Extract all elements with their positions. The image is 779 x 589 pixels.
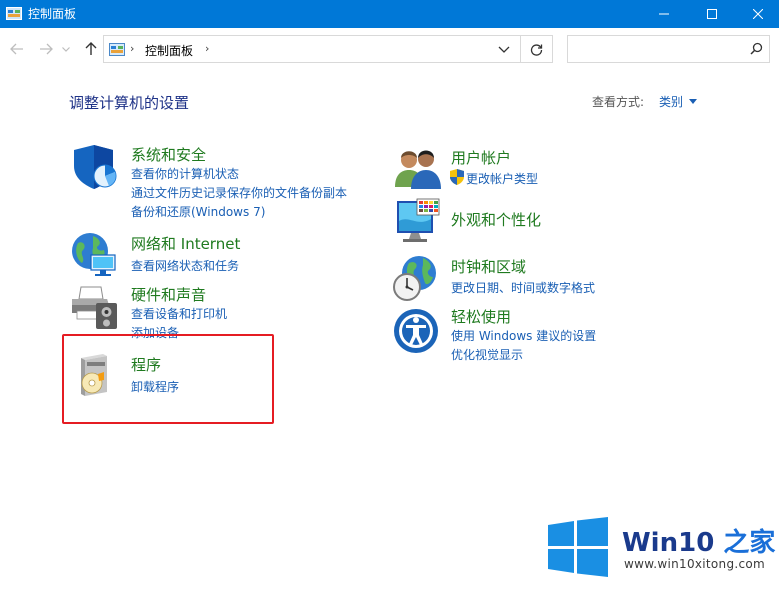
refresh-icon bbox=[530, 43, 543, 56]
category-link[interactable]: 优化视觉显示 bbox=[451, 346, 523, 363]
watermark-brand-main: Win10 bbox=[622, 528, 715, 558]
page-title: 调整计算机的设置 bbox=[69, 94, 190, 112]
breadcrumb[interactable]: 控制面板 bbox=[145, 42, 193, 59]
users-icon bbox=[395, 150, 441, 189]
category-link[interactable]: 备份和还原(Windows 7) bbox=[131, 203, 265, 220]
address-bar[interactable]: › 控制面板 › bbox=[103, 35, 521, 63]
category-title[interactable]: 用户帐户 bbox=[451, 147, 511, 168]
minimize-button[interactable] bbox=[641, 0, 687, 28]
category-link[interactable]: 查看网络状态和任务 bbox=[131, 257, 239, 274]
windows-logo-icon bbox=[548, 517, 608, 577]
printer-icon bbox=[72, 286, 117, 329]
back-button[interactable] bbox=[7, 39, 27, 59]
close-icon bbox=[753, 9, 763, 19]
ease-of-access-icon bbox=[394, 309, 438, 353]
view-by-label: 查看方式: bbox=[592, 95, 645, 109]
recent-locations-button[interactable] bbox=[60, 39, 72, 59]
clock-globe-icon bbox=[393, 256, 436, 301]
category-link[interactable]: 通过文件历史记录保存你的文件备份副本 bbox=[131, 184, 347, 201]
category-link[interactable]: 使用 Windows 建议的设置 bbox=[451, 327, 596, 344]
up-arrow-icon bbox=[85, 42, 97, 55]
search-box[interactable] bbox=[567, 35, 770, 63]
control-panel-icon bbox=[6, 7, 22, 20]
category-link[interactable]: 查看设备和打印机 bbox=[131, 305, 227, 322]
back-arrow-icon bbox=[10, 43, 23, 55]
search-icon[interactable] bbox=[750, 42, 763, 55]
breadcrumb-separator[interactable]: › bbox=[205, 42, 209, 55]
chevron-down-icon[interactable] bbox=[689, 99, 697, 104]
category-title[interactable]: 外观和个性化 bbox=[451, 209, 541, 230]
search-input[interactable] bbox=[572, 40, 742, 58]
category-title[interactable]: 网络和 Internet bbox=[131, 233, 240, 254]
category-title[interactable]: 系统和安全 bbox=[131, 144, 206, 165]
breadcrumb-separator[interactable]: › bbox=[130, 42, 134, 55]
category-title[interactable]: 硬件和声音 bbox=[131, 284, 206, 305]
category-link[interactable]: 更改日期、时间或数字格式 bbox=[451, 279, 595, 296]
chevron-down-icon bbox=[62, 46, 70, 52]
highlight-box bbox=[62, 334, 274, 424]
view-by-dropdown[interactable]: 类别 bbox=[659, 93, 683, 110]
refresh-button[interactable] bbox=[521, 35, 553, 63]
chevron-down-icon[interactable] bbox=[498, 44, 510, 54]
window-title: 控制面板 bbox=[28, 7, 77, 21]
category-link[interactable]: 更改帐户类型 bbox=[466, 170, 538, 187]
shield-icon bbox=[74, 145, 117, 189]
network-globe-icon bbox=[72, 233, 116, 276]
up-button[interactable] bbox=[81, 39, 101, 59]
maximize-button[interactable] bbox=[689, 0, 735, 28]
uac-shield-icon bbox=[450, 169, 464, 185]
maximize-icon bbox=[707, 9, 717, 19]
close-button[interactable] bbox=[735, 0, 779, 28]
watermark-url: www.win10xitong.com bbox=[624, 557, 766, 571]
category-title[interactable]: 时钟和区域 bbox=[451, 256, 526, 277]
title-bar: 控制面板 bbox=[0, 0, 779, 28]
minimize-icon bbox=[659, 13, 669, 15]
monitor-palette-icon bbox=[397, 198, 440, 242]
forward-button[interactable] bbox=[36, 39, 56, 59]
watermark-brand-accent: 之家 bbox=[714, 528, 776, 558]
forward-arrow-icon bbox=[40, 43, 53, 55]
category-title[interactable]: 轻松使用 bbox=[451, 306, 511, 327]
watermark-brand: Win10 之家 bbox=[622, 522, 775, 559]
address-toolbar: › 控制面板 › bbox=[0, 28, 779, 70]
category-link[interactable]: 查看你的计算机状态 bbox=[131, 165, 239, 182]
control-panel-icon bbox=[109, 43, 125, 56]
